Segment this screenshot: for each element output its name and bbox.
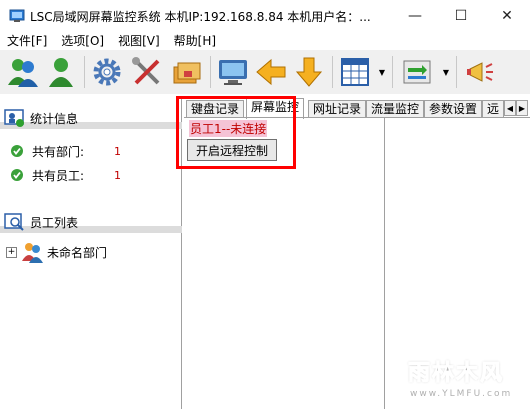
minimize-icon: —	[408, 8, 422, 24]
tab-scroll-right[interactable]: ▶	[516, 100, 528, 116]
tab-url-log[interactable]: 网址记录	[308, 100, 367, 118]
menu-help[interactable]: 帮助[H]	[167, 32, 223, 50]
toolbar-separator	[210, 56, 211, 88]
arrow-down-icon	[295, 57, 323, 87]
tools-icon	[132, 57, 160, 85]
tab-keyboard-log[interactable]: 键盘记录	[186, 100, 245, 118]
stats-title: 统计信息	[30, 112, 79, 126]
watermark: 雨林木风 www.YLMFU.com	[396, 345, 530, 409]
toolbar-button-settings[interactable]	[88, 53, 126, 91]
tree-item-department[interactable]: + 未命名部门	[6, 240, 107, 264]
check-icon	[11, 169, 23, 181]
stat-label: 共有员工:	[32, 168, 85, 183]
department-icon	[22, 243, 43, 263]
tab-parameter-settings[interactable]: 参数设置	[424, 100, 483, 118]
toolbar-button-transfer[interactable]	[398, 53, 436, 91]
toolbar-button-grid[interactable]	[336, 53, 374, 91]
tab-scroll-left[interactable]: ◀	[504, 100, 516, 116]
title-bar: LSC局域网屏幕监控系统 本机IP:192.168.8.84 本机用户名：...…	[0, 0, 530, 32]
user-icon	[49, 58, 73, 87]
chevron-left-icon: ◀	[506, 103, 514, 113]
start-remote-control-button[interactable]: 开启远程控制	[187, 139, 277, 161]
gear-icon	[93, 58, 121, 86]
toolbar-button-user[interactable]	[42, 53, 80, 91]
toolbar-separator	[332, 56, 333, 88]
stat-label: 共有部门:	[32, 144, 85, 159]
chevron-down-icon: ▼	[378, 67, 386, 77]
employees-title: 员工列表	[30, 216, 79, 230]
arrow-left-icon	[256, 58, 286, 86]
app-icon	[9, 9, 25, 22]
menu-view[interactable]: 视图[V]	[111, 32, 167, 50]
stat-value: 1	[114, 144, 121, 158]
section-bar	[0, 226, 182, 233]
stat-value: 1	[114, 168, 121, 182]
folders-icon	[173, 62, 201, 84]
minimize-button[interactable]: —	[392, 0, 438, 32]
stats-icon	[4, 109, 24, 127]
toolbar-separator	[456, 56, 457, 88]
chevron-down-icon: ▼	[442, 67, 450, 77]
section-bar	[0, 122, 182, 129]
chevron-right-icon: ▶	[518, 103, 526, 113]
toolbar-button-folders[interactable]	[168, 53, 206, 91]
check-icon	[11, 145, 23, 157]
tree-item-label: 未命名部门	[47, 245, 108, 260]
toolbar-separator	[392, 56, 393, 88]
toolbar-button-back[interactable]	[252, 53, 290, 91]
toolbar: ▼ ▼	[0, 50, 530, 94]
watermark-url: www.YLMFU.com	[410, 389, 513, 399]
toolbar-separator	[84, 56, 85, 88]
maximize-icon: ☐	[454, 8, 468, 24]
toolbar-button-broadcast[interactable]	[462, 53, 500, 91]
toolbar-button-tools[interactable]	[128, 53, 166, 91]
connection-status: 员工1--未连接	[189, 120, 268, 137]
left-panel: 统计信息 共有部门: 1 共有员工: 1 员工列表 + 未命名部门	[0, 96, 182, 409]
transfer-dropdown-arrow[interactable]: ▼	[440, 53, 452, 91]
stats-section-header: 统计信息	[0, 108, 182, 130]
tab-remote[interactable]: 远	[482, 100, 505, 118]
grid-icon	[341, 58, 369, 86]
menu-options[interactable]: 选项[O]	[54, 32, 111, 50]
toolbar-button-down[interactable]	[290, 53, 328, 91]
toolbar-button-monitor[interactable]	[214, 53, 252, 91]
close-icon: ✕	[501, 8, 513, 24]
menu-bar: 文件[F] 选项[O] 视图[V] 帮助[H]	[0, 32, 530, 50]
maximize-button[interactable]: ☐	[438, 0, 484, 32]
panel-divider[interactable]	[384, 117, 385, 409]
stat-row-departments: 共有部门: 1	[10, 142, 121, 160]
tree-expander[interactable]: +	[6, 246, 17, 258]
tab-strip: 键盘记录 屏幕监控 网址记录 流量监控 参数设置 远 ◀ ▶	[184, 98, 530, 119]
search-icon	[4, 213, 24, 231]
stat-row-employees: 共有员工: 1	[10, 166, 121, 184]
grid-dropdown-arrow[interactable]: ▼	[376, 53, 388, 91]
watermark-text: 雨林木风	[407, 361, 505, 387]
menu-file[interactable]: 文件[F]	[0, 32, 54, 50]
window-title: LSC局域网屏幕监控系统 本机IP:192.168.8.84 本机用户名：...	[30, 10, 371, 24]
monitor-icon	[219, 60, 247, 85]
users-icon	[8, 59, 38, 87]
transfer-icon	[403, 60, 431, 84]
megaphone-icon	[467, 62, 493, 82]
employees-section-header: 员工列表	[0, 212, 182, 234]
tab-screen-monitor[interactable]: 屏幕监控	[246, 98, 305, 119]
toolbar-button-users[interactable]	[4, 53, 42, 91]
close-button[interactable]: ✕	[484, 0, 530, 32]
tab-traffic-monitor[interactable]: 流量监控	[366, 100, 425, 118]
